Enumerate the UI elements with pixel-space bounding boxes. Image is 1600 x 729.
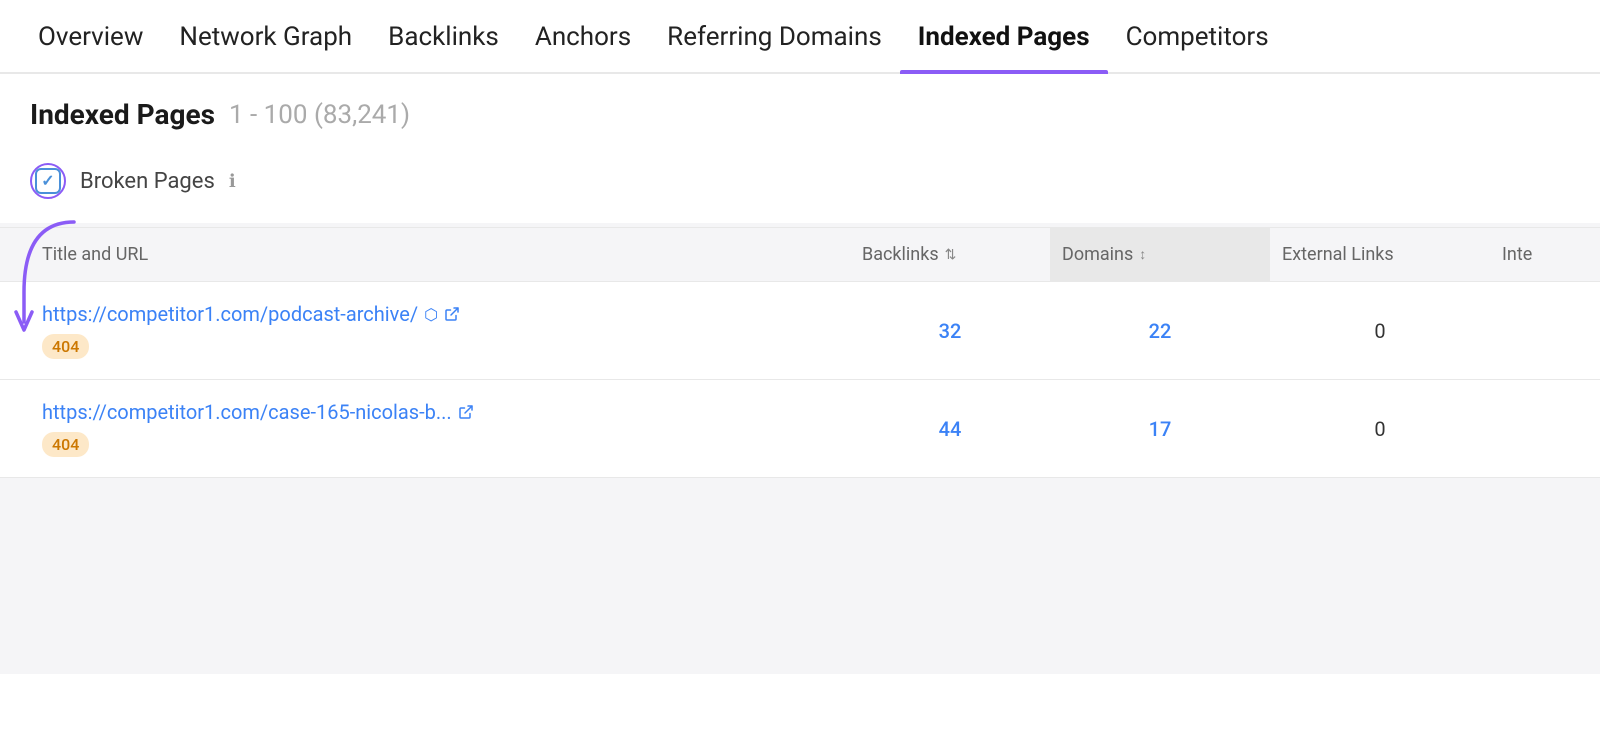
table-row: https://competitor1.com/podcast-archive/… (0, 282, 1600, 380)
page-title: Indexed Pages (30, 98, 215, 131)
page-heading: Indexed Pages 1 - 100 (83,241) (0, 74, 1600, 147)
broken-pages-info-icon[interactable]: ℹ (229, 171, 236, 192)
td-external-links-2: 0 (1270, 380, 1490, 477)
th-title-url: Title and URL (30, 228, 850, 281)
td-backlinks-2: 44 (850, 380, 1050, 477)
domains-sort-icon: ↕ (1139, 246, 1146, 263)
external-link-icon-1: ⬡ (424, 305, 438, 324)
navigation-tabs: Overview Network Graph Backlinks Anchors… (0, 0, 1600, 74)
broken-pages-checkbox[interactable]: ✓ (35, 168, 61, 194)
table-row: https://competitor1.com/case-165-nicolas… (0, 380, 1600, 478)
indexed-pages-table: Title and URL Backlinks ⇅ Domains ↕ Exte… (0, 227, 1600, 478)
td-inte-2 (1490, 380, 1570, 477)
broken-pages-label: Broken Pages (80, 169, 215, 194)
tab-indexed-pages[interactable]: Indexed Pages (900, 0, 1108, 72)
broken-pages-checkbox-ring[interactable]: ✓ (30, 163, 66, 199)
th-domains[interactable]: Domains ↕ (1050, 228, 1270, 281)
td-url-1: https://competitor1.com/podcast-archive/… (30, 282, 850, 379)
url-link-1[interactable]: https://competitor1.com/podcast-archive/… (42, 302, 460, 326)
backlinks-sort-icon: ⇅ (945, 247, 957, 263)
external-link-svg-2 (458, 404, 474, 420)
td-url-2: https://competitor1.com/case-165-nicolas… (30, 380, 850, 477)
th-backlinks[interactable]: Backlinks ⇅ (850, 228, 1050, 281)
td-inte-1 (1490, 282, 1570, 379)
tab-anchors[interactable]: Anchors (517, 0, 649, 72)
td-external-links-1: 0 (1270, 282, 1490, 379)
external-link-svg-1 (444, 306, 460, 322)
tab-competitors[interactable]: Competitors (1108, 0, 1287, 72)
tab-referring-domains[interactable]: Referring Domains (649, 0, 900, 72)
page-range: 1 - 100 (83,241) (229, 100, 410, 130)
td-domains-1: 22 (1050, 282, 1270, 379)
td-domains-2: 17 (1050, 380, 1270, 477)
td-backlinks-1: 32 (850, 282, 1050, 379)
filter-row: ✓ Broken Pages ℹ (0, 147, 1600, 223)
main-content: Indexed Pages 1 - 100 (83,241) ✓ Broken … (0, 74, 1600, 674)
tab-network-graph[interactable]: Network Graph (161, 0, 370, 72)
tab-backlinks[interactable]: Backlinks (370, 0, 517, 72)
checkbox-check-icon: ✓ (41, 173, 54, 189)
th-external-links: External Links (1270, 228, 1490, 281)
th-inte: Inte (1490, 228, 1570, 281)
url-link-2[interactable]: https://competitor1.com/case-165-nicolas… (42, 400, 474, 424)
tab-overview[interactable]: Overview (20, 0, 161, 72)
badge-404-1: 404 (42, 334, 89, 359)
badge-404-2: 404 (42, 432, 89, 457)
table-header: Title and URL Backlinks ⇅ Domains ↕ Exte… (0, 227, 1600, 282)
